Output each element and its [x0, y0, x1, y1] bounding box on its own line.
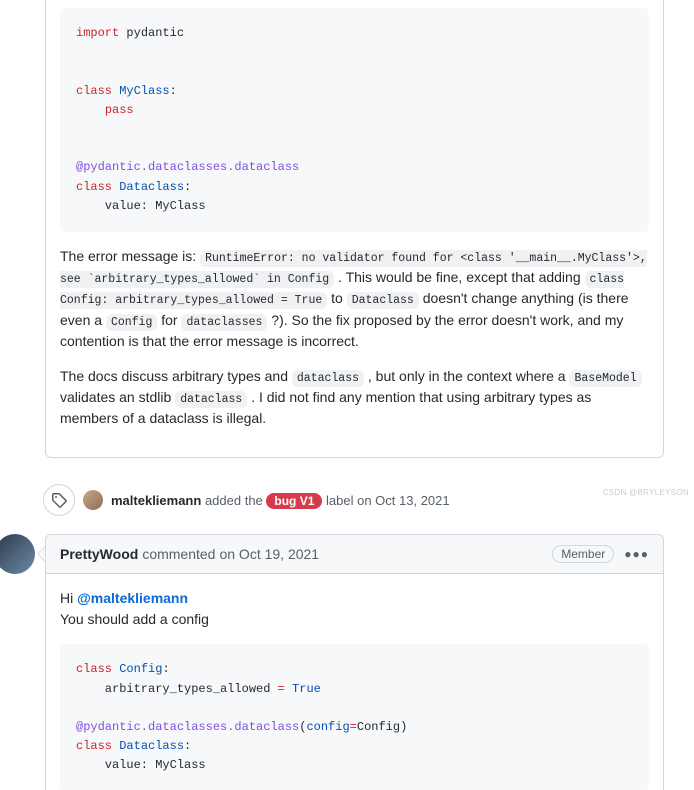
timeline-event: maltekliemann added the bug V1 label on … [45, 474, 664, 530]
code-content: class Config: arbitrary_types_allowed = … [76, 660, 633, 775]
member-badge: Member [552, 545, 614, 563]
avatar[interactable] [0, 534, 35, 574]
inline-code: BaseModel [569, 370, 641, 387]
bug-label[interactable]: bug V1 [266, 493, 322, 509]
instruction-line: You should add a config [60, 609, 649, 630]
inline-code: Dataclass [347, 292, 419, 309]
inline-code: dataclasses [181, 314, 267, 331]
mention-link[interactable]: @maltekliemann [77, 590, 188, 606]
avatar[interactable] [83, 490, 103, 510]
code-block-1: import pydantic class MyClass: pass @pyd… [60, 8, 649, 232]
second-comment-wrapper: PrettyWood commented on Oct 19, 2021 Mem… [45, 534, 664, 790]
comment-text: The error message is: RuntimeError: no v… [46, 246, 663, 458]
more-icon[interactable]: ●●● [624, 547, 649, 561]
timestamp-link[interactable]: on Oct 19, 2021 [219, 546, 319, 562]
paragraph-1: The error message is: RuntimeError: no v… [60, 246, 649, 352]
second-comment-card: PrettyWood commented on Oct 19, 2021 Mem… [45, 534, 664, 790]
caret-icon [37, 546, 45, 562]
comment-header: PrettyWood commented on Oct 19, 2021 Mem… [46, 535, 663, 574]
greeting-line: Hi @maltekliemann [60, 588, 649, 609]
tag-icon [43, 484, 75, 516]
code-block-2: class Config: arbitrary_types_allowed = … [60, 644, 649, 790]
paragraph-2: The docs discuss arbitrary types and dat… [60, 366, 649, 430]
watermark: CSDN @BRYLEYSON [603, 488, 689, 497]
code-content: import pydantic class MyClass: pass @pyd… [76, 24, 633, 216]
author-link[interactable]: maltekliemann [111, 493, 201, 508]
timestamp-link[interactable]: on Oct 13, 2021 [357, 493, 450, 508]
inline-code: dataclass [292, 370, 364, 387]
author-link[interactable]: PrettyWood [60, 546, 138, 562]
inline-code: Config [106, 314, 157, 331]
comment-body: Hi @maltekliemann You should add a confi… [46, 574, 663, 630]
inline-code: dataclass [175, 391, 247, 408]
first-comment-card: import pydantic class MyClass: pass @pyd… [45, 0, 664, 458]
